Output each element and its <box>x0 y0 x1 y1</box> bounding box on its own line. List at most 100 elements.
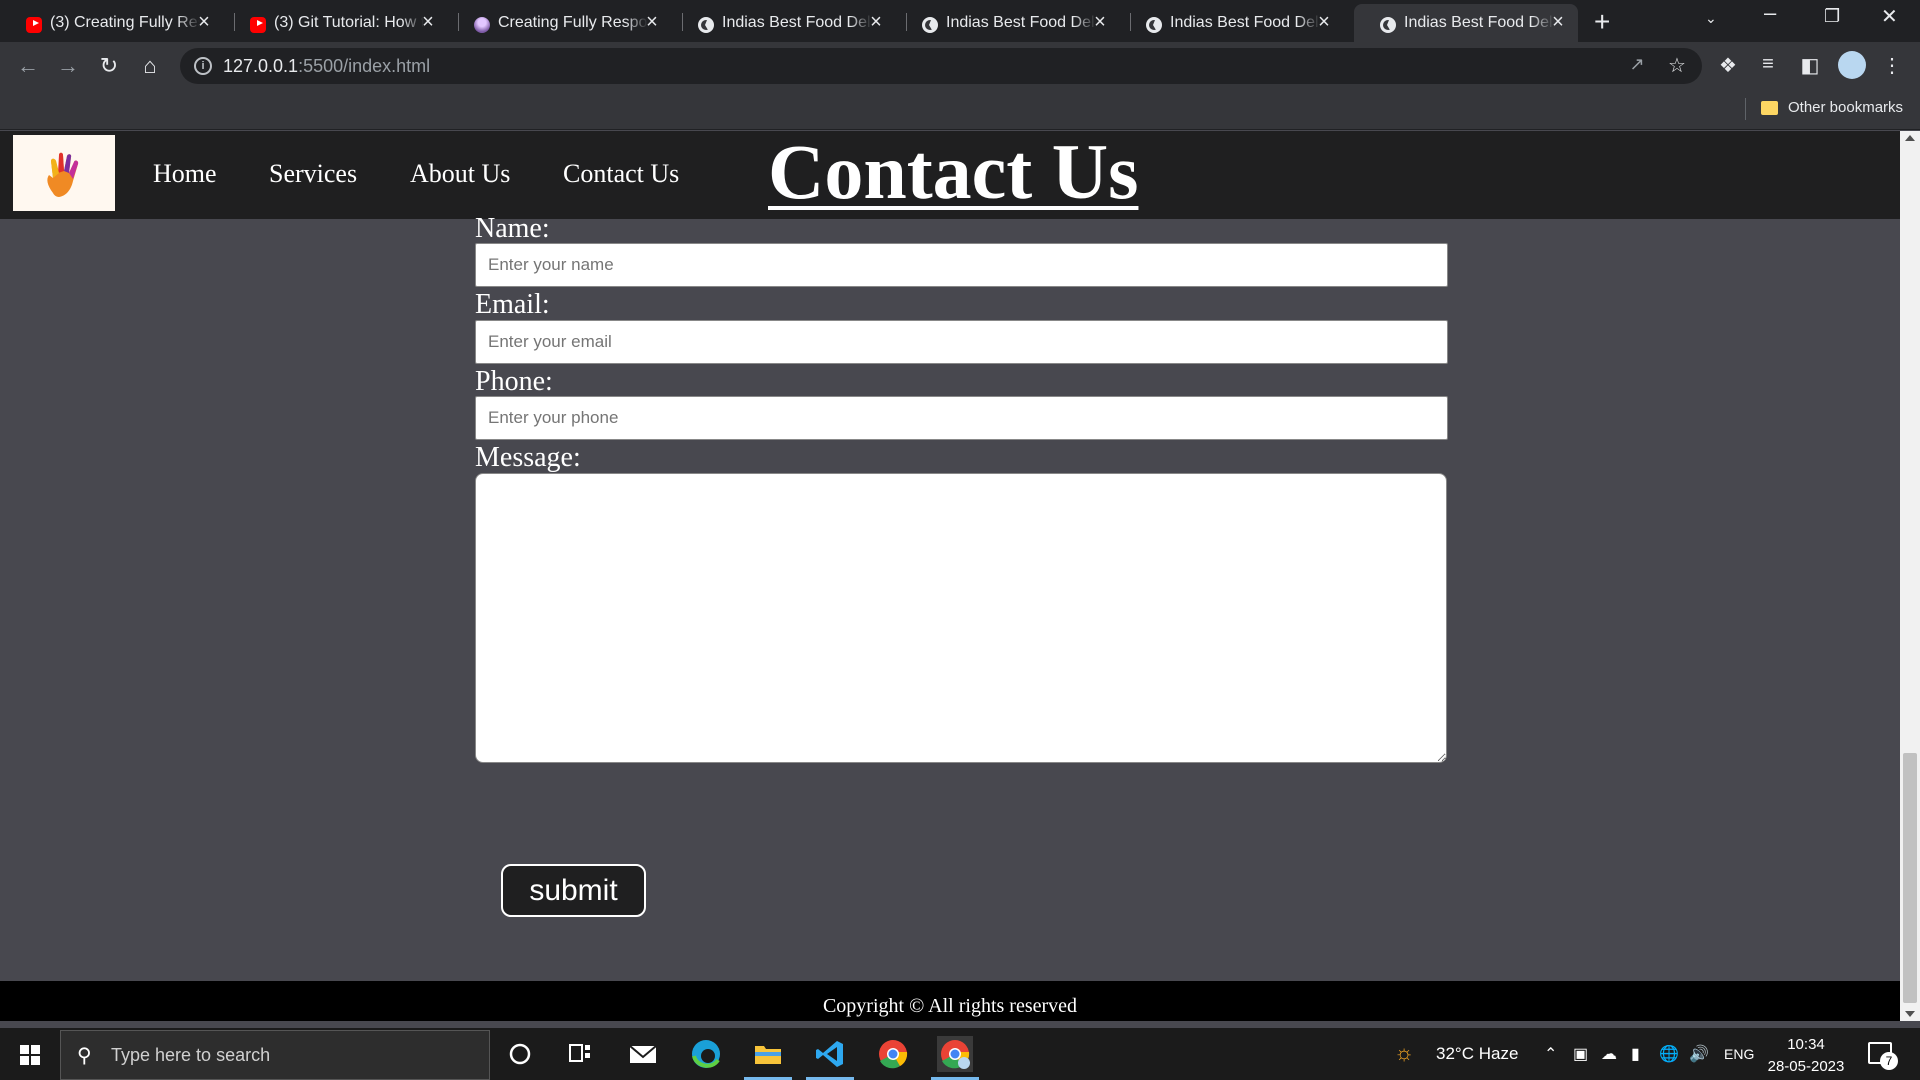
youtube-icon <box>250 17 266 33</box>
mail-icon[interactable] <box>625 1036 661 1072</box>
close-window-icon[interactable]: ✕ <box>1881 4 1898 29</box>
volume-icon[interactable]: 🔊 <box>1689 1044 1709 1064</box>
browser-tab[interactable]: Indias Best Food Delivery × <box>672 4 896 42</box>
media-queue-icon[interactable]: ≡ <box>1755 53 1781 76</box>
notification-center-icon[interactable]: 7 <box>1868 1042 1898 1070</box>
edge-browser-icon[interactable] <box>688 1036 724 1072</box>
youtube-icon <box>26 17 42 33</box>
site-header: Home Services About Us Contact Us Contac… <box>0 131 1900 219</box>
network-globe-icon[interactable]: 🌐 <box>1659 1044 1679 1064</box>
scroll-up-arrow-icon[interactable] <box>1905 135 1915 141</box>
phone-label: Phone: <box>475 366 553 397</box>
nav-about-link[interactable]: About Us <box>410 159 510 189</box>
notification-count-badge: 7 <box>1880 1052 1898 1070</box>
weather-sun-icon[interactable]: ☼ <box>1394 1040 1414 1066</box>
address-bar[interactable]: i 127.0.0.1:5500/index.html ↗ ☆ <box>180 48 1702 84</box>
nav-services-link[interactable]: Services <box>269 159 357 189</box>
menu-kebab-icon[interactable]: ⋮ <box>1879 53 1905 78</box>
page-scrollbar[interactable] <box>1900 131 1920 1021</box>
close-tab-icon[interactable]: × <box>194 11 214 33</box>
back-arrow-icon[interactable]: ← <box>14 52 42 80</box>
extensions-puzzle-icon[interactable]: ❖ <box>1715 53 1741 78</box>
forward-arrow-icon[interactable]: → <box>54 52 82 80</box>
reload-icon[interactable]: ↻ <box>95 52 123 80</box>
email-input[interactable] <box>475 320 1448 364</box>
browser-tab-active[interactable]: Indias Best Food Delivery × <box>1354 4 1578 42</box>
avatar-icon <box>474 17 490 33</box>
tab-title: Indias Best Food Delivery <box>1170 14 1320 31</box>
meet-now-icon[interactable]: ▣ <box>1573 1044 1588 1064</box>
url-path: :5500/index.html <box>298 56 431 76</box>
cortana-icon[interactable] <box>502 1036 538 1072</box>
tab-title: Creating Fully Responsive <box>498 14 648 31</box>
tab-title: Indias Best Food Delivery <box>946 14 1096 31</box>
scroll-down-arrow-icon[interactable] <box>1905 1011 1915 1017</box>
vscode-icon[interactable] <box>806 1036 854 1080</box>
restore-icon[interactable]: ❐ <box>1824 6 1840 27</box>
globe-icon <box>922 17 938 33</box>
name-input[interactable] <box>475 243 1448 287</box>
weather-text[interactable]: 32°C Haze <box>1436 1044 1518 1064</box>
minimize-icon[interactable]: – <box>1764 0 1776 26</box>
windows-start-icon[interactable] <box>20 1045 40 1065</box>
chrome-profile-icon[interactable] <box>931 1036 979 1080</box>
folder-icon <box>1761 101 1778 115</box>
site-info-icon[interactable]: i <box>194 57 212 75</box>
close-tab-icon[interactable]: × <box>1314 11 1334 33</box>
browser-tab-strip: (3) Creating Fully Responsive Website × … <box>0 0 1920 42</box>
globe-icon <box>698 17 714 33</box>
battery-icon[interactable]: ▮ <box>1631 1044 1640 1064</box>
task-view-icon[interactable] <box>562 1036 598 1072</box>
email-label: Email: <box>475 289 550 320</box>
search-icon: ⚲ <box>77 1045 92 1067</box>
onedrive-cloud-icon[interactable]: ☁ <box>1601 1044 1617 1064</box>
file-explorer-icon[interactable] <box>744 1036 792 1080</box>
tab-title: Indias Best Food Delivery <box>1404 14 1554 31</box>
close-tab-icon[interactable]: × <box>1548 11 1568 33</box>
close-tab-icon[interactable]: × <box>418 11 438 33</box>
close-tab-icon[interactable]: × <box>866 11 886 33</box>
browser-tab[interactable]: (3) Creating Fully Responsive Website × <box>0 4 224 42</box>
profile-avatar[interactable] <box>1838 51 1866 79</box>
bookmarks-divider <box>1745 98 1746 120</box>
taskbar-search-box[interactable]: ⚲ Type here to search <box>60 1030 490 1080</box>
taskbar-clock[interactable]: 10:34 28-05-2023 <box>1766 1034 1846 1078</box>
tray-chevron-up-icon[interactable]: ⌃ <box>1544 1044 1557 1064</box>
page-title: Contact Us <box>768 131 1139 215</box>
submit-button[interactable]: submit <box>501 864 646 917</box>
close-tab-icon[interactable]: × <box>642 11 662 33</box>
close-tab-icon[interactable]: × <box>1090 11 1110 33</box>
tab-search-chevron-icon[interactable]: ⌄ <box>1705 10 1717 27</box>
tab-title: (3) Creating Fully Responsive Website <box>50 14 200 31</box>
browser-tab[interactable]: Creating Fully Responsive × <box>448 4 672 42</box>
bookmark-star-icon[interactable]: ☆ <box>1664 53 1690 78</box>
site-logo[interactable] <box>13 135 115 211</box>
phone-input[interactable] <box>475 396 1448 440</box>
other-bookmarks-button[interactable]: Other bookmarks <box>1788 99 1903 116</box>
globe-icon <box>1380 17 1396 33</box>
nav-contact-link[interactable]: Contact Us <box>563 159 679 189</box>
browser-tab[interactable]: Indias Best Food Delivery × <box>1120 4 1344 42</box>
language-indicator[interactable]: ENG <box>1724 1046 1754 1062</box>
name-label: Name: <box>475 213 550 244</box>
page-viewport: Home Services About Us Contact Us Contac… <box>0 131 1900 1021</box>
message-label: Message: <box>475 442 581 473</box>
tab-title: Indias Best Food Delivery <box>722 14 872 31</box>
scrollbar-thumb[interactable] <box>1903 753 1917 1003</box>
share-icon[interactable]: ↗ <box>1624 54 1650 75</box>
copyright-text: Copyright © All rights reserved <box>822 995 1078 1017</box>
side-panel-icon[interactable]: ◧ <box>1797 53 1823 78</box>
new-tab-plus-icon[interactable]: + <box>1594 8 1610 36</box>
chrome-icon[interactable] <box>875 1036 911 1072</box>
clock-time: 10:34 <box>1787 1036 1825 1053</box>
clock-date: 28-05-2023 <box>1767 1058 1845 1075</box>
home-icon[interactable]: ⌂ <box>136 52 164 80</box>
browser-tab[interactable]: Indias Best Food Delivery × <box>896 4 1120 42</box>
message-textarea[interactable] <box>475 473 1447 763</box>
globe-icon <box>1146 17 1162 33</box>
browser-tab[interactable]: (3) Git Tutorial: How to use Git × <box>224 4 448 42</box>
hand-logo-icon <box>47 152 79 197</box>
nav-home-link[interactable]: Home <box>153 159 217 189</box>
site-footer: Copyright © All rights reserved <box>0 981 1900 1021</box>
bookmarks-bar: Other bookmarks <box>0 90 1920 130</box>
